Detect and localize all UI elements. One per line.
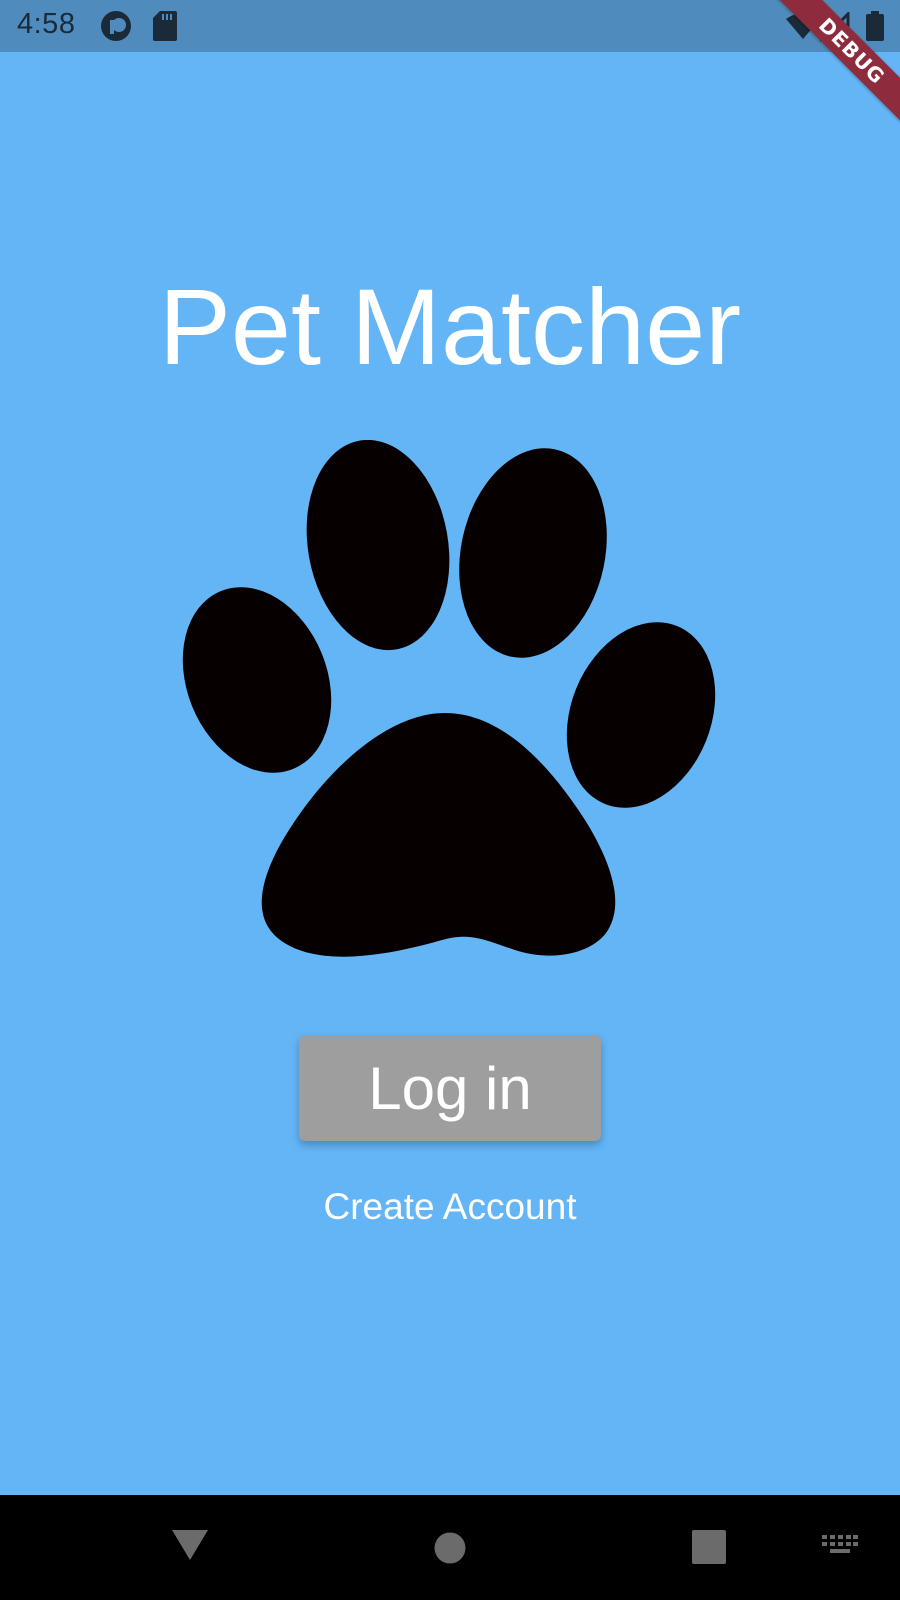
sd-card-icon [153,11,177,46]
keyboard-icon[interactable] [822,1535,858,1560]
back-icon[interactable] [170,1528,210,1567]
home-icon[interactable] [434,1532,466,1569]
battery-icon [866,11,884,46]
app-notification-icon [100,10,132,47]
status-time: 4:58 [17,8,76,40]
recents-icon[interactable] [692,1530,726,1569]
app-screen: 4:58 DEBUG Pet Matcher Log in Create Acc… [0,0,900,1600]
create-account-button[interactable]: Create Account [0,1186,900,1228]
paw-print-icon [180,439,720,980]
app-title: Pet Matcher [158,266,742,387]
login-button[interactable]: Log in [299,1035,601,1141]
status-bar: 4:58 [0,0,900,52]
system-navigation-bar [0,1495,900,1600]
